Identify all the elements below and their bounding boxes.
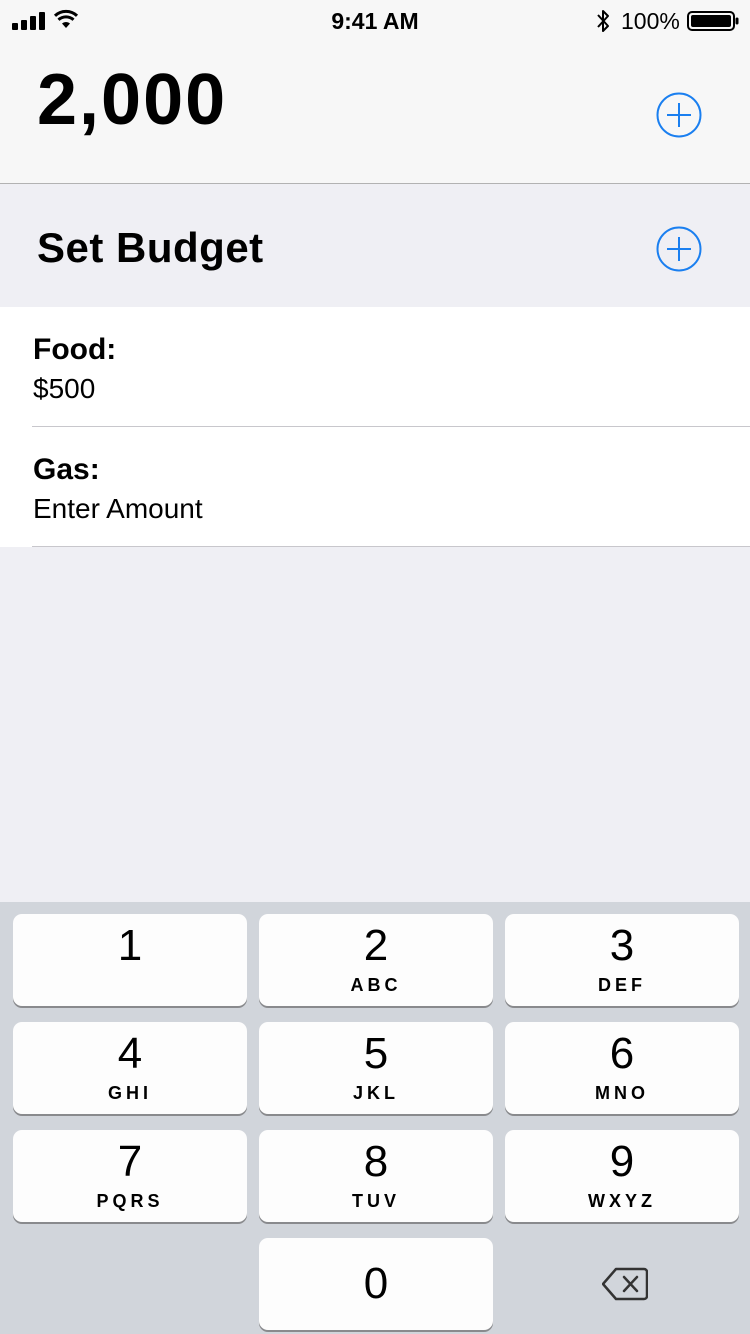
key-4[interactable]: 4 GHI bbox=[13, 1022, 247, 1114]
key-5[interactable]: 5 JKL bbox=[259, 1022, 493, 1114]
key-digit: 4 bbox=[117, 1029, 143, 1078]
key-digit: 2 bbox=[363, 921, 389, 970]
key-letters: JKL bbox=[352, 1083, 399, 1103]
budget-row-gas[interactable]: Gas: Enter Amount bbox=[0, 427, 750, 547]
key-digit: 9 bbox=[609, 1137, 635, 1186]
budget-label: Food: bbox=[33, 333, 117, 366]
backspace-icon bbox=[602, 1267, 648, 1301]
key-digit: 5 bbox=[363, 1029, 389, 1078]
budget-label: Gas: bbox=[33, 453, 100, 486]
delete-key[interactable] bbox=[505, 1238, 739, 1330]
add-total-button[interactable] bbox=[656, 92, 702, 138]
battery-percent: 100% bbox=[621, 8, 680, 34]
key-letters: DEF bbox=[598, 975, 646, 995]
battery-icon bbox=[687, 11, 739, 31]
key-6[interactable]: 6 MNO bbox=[505, 1022, 739, 1114]
key-2[interactable]: 2 ABC bbox=[259, 914, 493, 1006]
header: 2,000 bbox=[0, 40, 750, 184]
key-digit: 7 bbox=[117, 1137, 143, 1186]
key-digit: 8 bbox=[363, 1137, 389, 1186]
status-bar: 9:41 AM 100% bbox=[0, 0, 750, 40]
key-1[interactable]: 1 bbox=[13, 914, 247, 1006]
key-3[interactable]: 3 DEF bbox=[505, 914, 739, 1006]
row-divider bbox=[32, 546, 750, 547]
budget-section-header: Set Budget bbox=[0, 184, 750, 307]
key-digit: 3 bbox=[609, 921, 635, 970]
key-letters: PQRS bbox=[96, 1191, 164, 1211]
key-9[interactable]: 9 WXYZ bbox=[505, 1130, 739, 1222]
key-0[interactable]: 0 bbox=[259, 1238, 493, 1330]
budget-amount-field[interactable]: Enter Amount bbox=[33, 493, 203, 525]
key-letters: ABC bbox=[350, 975, 402, 995]
key-digit: 6 bbox=[609, 1029, 635, 1078]
key-letters: MNO bbox=[595, 1083, 649, 1103]
section-title: Set Budget bbox=[37, 224, 264, 271]
key-letters: TUV bbox=[352, 1191, 400, 1211]
plus-circle-icon bbox=[656, 92, 702, 138]
total-amount: 2,000 bbox=[37, 60, 228, 140]
key-letters: GHI bbox=[107, 1083, 152, 1103]
key-digit: 1 bbox=[117, 921, 143, 970]
key-8[interactable]: 8 TUV bbox=[259, 1130, 493, 1222]
budget-amount-field[interactable]: $500 bbox=[33, 373, 95, 405]
key-letters: WXYZ bbox=[588, 1191, 656, 1211]
plus-circle-icon bbox=[656, 226, 702, 272]
bluetooth-icon bbox=[597, 10, 609, 32]
key-7[interactable]: 7 PQRS bbox=[13, 1130, 247, 1222]
key-digit: 0 bbox=[363, 1259, 389, 1308]
budget-row-food[interactable]: Food: $500 bbox=[0, 307, 750, 427]
budget-list: Food: $500 Gas: Enter Amount bbox=[0, 307, 750, 547]
numeric-keypad: 1 2 ABC 3 DEF 4 GHI 5 JKL 6 MNO 7 PQRS 8… bbox=[0, 902, 750, 1334]
add-budget-button[interactable] bbox=[656, 226, 702, 272]
